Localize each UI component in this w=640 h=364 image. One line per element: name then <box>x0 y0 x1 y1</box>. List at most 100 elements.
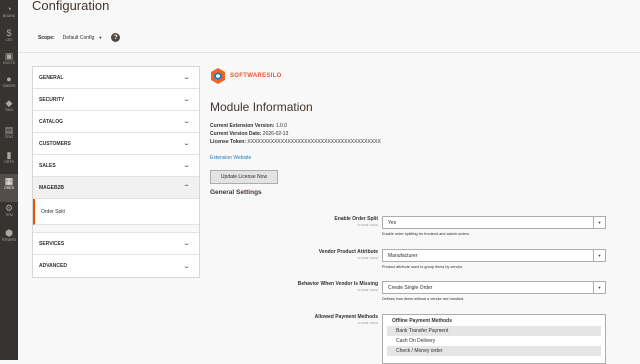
tab-spacer <box>33 225 199 233</box>
content-icon: ▤ <box>4 125 14 135</box>
divider <box>18 52 640 53</box>
chevron-down-icon: ▼ <box>593 282 605 293</box>
nav-item-partners[interactable]: ⬢ RTNERS <box>0 226 18 254</box>
chevron-up-icon: ⌃ <box>182 185 191 191</box>
payment-option[interactable]: Check / Money order <box>387 346 601 356</box>
nav-label: TEM <box>5 213 13 217</box>
section-title: General Settings <box>210 189 262 196</box>
vendor-attribute-select[interactable]: Manufacturer ▼ <box>382 249 606 262</box>
field-note: Defines how items without a vendor are h… <box>382 297 465 301</box>
chevron-down-icon: ▼ <box>593 250 605 261</box>
date-value: 2026-02-13 <box>262 131 289 137</box>
config-tabs: GENERAL ⌄ SECURITY ⌄ CATALOG ⌄ CUSTOMERS ⌄ S… <box>32 66 200 278</box>
main-content: SOFTWARESILO Module Information Current … <box>210 66 630 364</box>
tab-mageb2b[interactable]: MAGEB2B ⌃ <box>33 177 199 199</box>
admin-sidebar: ◔ BOARD $ LES ▣ DUCTS ● OMERS ◆ TING ▤ TENT ▮ O… <box>0 0 18 360</box>
version-label: Current Extension Version: <box>210 123 275 129</box>
scope-note: [STORE VIEW] <box>357 321 378 325</box>
tab-label: GENERAL <box>39 74 64 81</box>
partners-icon: ⬢ <box>5 228 13 238</box>
field-label: Allowed Payment Methods <box>314 314 378 320</box>
nav-item-marketing[interactable]: ◆ TING <box>0 96 18 124</box>
dashboard-icon: ◔ <box>6 4 12 14</box>
nav-label: LES <box>5 38 13 42</box>
nav-item-content[interactable]: ▤ TENT <box>0 123 18 151</box>
nav-item-reports[interactable]: ▮ ORTS <box>0 148 18 176</box>
box-icon: ▣ <box>4 51 14 61</box>
select-value: Create Single Order <box>388 284 433 291</box>
scope-switcher: Scope: Default Config ▼ ? <box>38 33 121 42</box>
tab-services[interactable]: SERVICES ⌄ <box>33 233 199 255</box>
field-label: Enable Order Split <box>334 216 378 222</box>
token-label: License Token: <box>210 139 247 145</box>
nav-label: DUCTS <box>2 61 16 65</box>
nav-label: TING <box>4 108 14 112</box>
scope-note: [STORE VIEW] <box>357 223 378 227</box>
chevron-down-icon: ⌄ <box>182 263 191 270</box>
module-info: Current Extension Version: 1.0.0 Current… <box>210 122 630 146</box>
nav-label: RTNERS <box>1 238 17 242</box>
tab-general[interactable]: GENERAL ⌄ <box>33 67 199 89</box>
enable-order-split-select[interactable]: Yes ▼ <box>382 216 606 229</box>
nav-label: OMERS <box>2 84 16 88</box>
megaphone-icon: ◆ <box>5 98 13 108</box>
page-title: Configuration <box>32 0 110 13</box>
extension-website-link[interactable]: Extension Website <box>210 155 251 161</box>
chevron-down-icon: ⌄ <box>182 97 191 103</box>
date-label: Current Version Date: <box>210 131 262 137</box>
version-value: 1.0.0 <box>275 123 287 129</box>
payment-option[interactable]: Bank Transfer Payment <box>387 326 601 336</box>
nav-label: TENT <box>4 135 14 139</box>
tab-customers[interactable]: CUSTOMERS ⌄ <box>33 133 199 155</box>
tab-label: CATALOG <box>39 118 63 125</box>
help-icon[interactable]: ? <box>111 33 121 42</box>
chevron-down-icon: ▼ <box>593 217 605 228</box>
tab-advanced[interactable]: ADVANCED ⌄ <box>33 255 199 277</box>
vendor-logo: SOFTWARESILO <box>210 66 630 86</box>
scope-dropdown[interactable]: Default Config <box>63 35 95 41</box>
module-title: Module Information <box>210 100 313 114</box>
scope-label: Scope: <box>38 34 55 41</box>
caret-down-icon[interactable]: ▼ <box>98 35 102 40</box>
bar-chart-icon: ▮ <box>6 150 12 160</box>
token-value: XXXXXXXXXXXXXXXXXXXXXXXXXXXXXXXXXXXXXXXX <box>247 139 381 145</box>
update-license-button[interactable]: Update License Now <box>210 170 278 184</box>
nav-label: ORTS <box>4 160 14 164</box>
nav-label: ORES <box>4 186 14 190</box>
nav-item-system[interactable]: ⚙ TEM <box>0 201 18 229</box>
select-value: Manufacturer <box>388 252 418 259</box>
missing-vendor-select[interactable]: Create Single Order ▼ <box>382 281 606 294</box>
logo-text: SOFTWARESILO <box>230 73 282 79</box>
chevron-down-icon: ⌄ <box>182 75 191 81</box>
softwaresilo-logo-icon <box>211 68 225 84</box>
chevron-down-icon: ⌄ <box>182 163 191 169</box>
chevron-down-icon: ⌄ <box>182 241 191 247</box>
tab-label: ADVANCED <box>39 263 67 269</box>
field-note: Enable order splitting for frontend and … <box>382 232 470 236</box>
chevron-down-icon: ⌄ <box>182 141 191 147</box>
field-label: Behavior When Vendor Is Missing <box>297 281 378 287</box>
tab-label: SALES <box>39 162 56 169</box>
field-label: Vendor Product Attribute <box>318 249 378 255</box>
tab-label: SERVICES <box>39 240 65 247</box>
tab-sales[interactable]: SALES ⌄ <box>33 155 199 177</box>
tab-label: CUSTOMERS <box>39 140 71 147</box>
chevron-down-icon: ⌄ <box>182 119 191 125</box>
nav-item-stores[interactable]: ▦ ORES <box>0 174 18 202</box>
tab-security[interactable]: SECURITY ⌄ <box>33 89 199 111</box>
field-note: Product attribute used to group items by… <box>382 265 463 269</box>
store-icon: ▦ <box>4 176 14 186</box>
scope-note: [STORE VIEW] <box>357 256 378 260</box>
tab-label: MAGEB2B <box>39 184 65 191</box>
customer-icon: ● <box>6 74 12 84</box>
payment-methods-multiselect[interactable]: Offline Payment Methods Bank Transfer Pa… <box>382 314 606 364</box>
select-value: Yes <box>388 219 397 226</box>
subtab-order-split[interactable]: Order Split <box>33 199 199 225</box>
nav-label: BOARD <box>2 14 16 18</box>
scope-note: [STORE VIEW] <box>357 288 378 292</box>
tab-catalog[interactable]: CATALOG ⌄ <box>33 111 199 133</box>
payment-option[interactable]: Cash On Delivery <box>387 336 601 346</box>
optgroup-label: Offline Payment Methods <box>392 318 453 324</box>
tab-label: SECURITY <box>39 96 65 103</box>
dollar-icon: $ <box>6 28 12 38</box>
